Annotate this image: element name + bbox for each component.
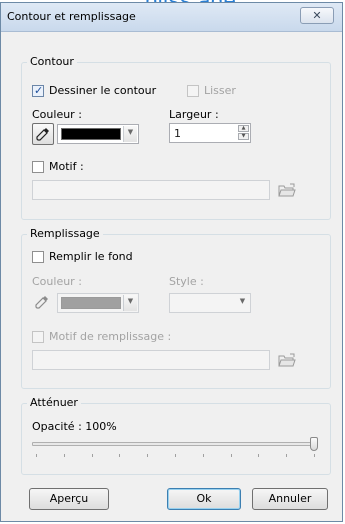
draw-contour-checkbox[interactable]: ✓: [32, 84, 44, 97]
draw-contour-label: Dessiner le contour: [49, 84, 157, 97]
slider-tick: [258, 454, 260, 457]
cancel-button[interactable]: Annuler: [252, 488, 328, 510]
spin-up-icon[interactable]: ▲: [238, 125, 249, 132]
contour-group: Contour ✓ Dessiner le contour Lisser Cou…: [21, 55, 331, 220]
eyedropper-icon: [36, 128, 49, 141]
fill-color-label: Couleur :: [32, 275, 82, 288]
contour-color-swatch: [61, 128, 121, 140]
spin-down-icon[interactable]: ▼: [238, 133, 249, 140]
opacity-label: Opacité : 100%: [32, 420, 117, 433]
slider-tick: [286, 454, 288, 457]
opacity-slider-track[interactable]: [32, 442, 318, 446]
slider-tick: [119, 454, 121, 457]
slider-tick: [230, 454, 232, 457]
contour-color-combo[interactable]: ▼: [57, 124, 139, 144]
contour-folder-open-icon[interactable]: [278, 182, 296, 198]
attenuate-group: Atténuer Opacité : 100%: [21, 396, 331, 475]
attenuate-legend: Atténuer: [27, 396, 81, 409]
title-bar: Contour et remplissage ✕: [1, 3, 342, 32]
slider-tick: [63, 454, 65, 457]
fill-background-label: Remplir le fond: [49, 250, 133, 263]
preview-button[interactable]: Aperçu: [29, 488, 109, 510]
fill-style-label: Style :: [169, 275, 204, 288]
slider-tick: [175, 454, 176, 457]
slider-tick: [202, 454, 204, 457]
fill-pattern-field[interactable]: [32, 350, 270, 370]
contour-width-value: 1: [174, 127, 181, 140]
contour-eyedropper-button[interactable]: [32, 123, 54, 145]
slider-tick: [147, 454, 149, 457]
slider-tick: [36, 454, 37, 457]
fill-style-combo[interactable]: ▼: [169, 293, 251, 313]
chevron-down-icon: ▼: [239, 297, 246, 305]
fill-pattern-label: Motif de remplissage :: [49, 330, 172, 343]
ok-button[interactable]: Ok: [167, 488, 241, 510]
fill-group: Remplissage Remplir le fond Couleur : ▼ …: [21, 227, 331, 389]
smooth-checkbox[interactable]: [187, 85, 199, 97]
chevron-down-icon: ▼: [123, 126, 137, 142]
fill-legend: Remplissage: [27, 227, 103, 240]
dialog-window: Contour et remplissage ✕ Contour ✓ Dessi…: [0, 2, 343, 522]
dialog-content: Contour ✓ Dessiner le contour Lisser Cou…: [9, 33, 334, 515]
contour-width-label: Largeur :: [169, 108, 219, 121]
close-icon: ✕: [312, 9, 322, 22]
check-icon: ✓: [34, 84, 44, 97]
smooth-label: Lisser: [204, 84, 236, 97]
window-title: Contour et remplissage: [7, 10, 136, 23]
contour-pattern-field[interactable]: [32, 180, 270, 200]
fill-eyedropper-icon[interactable]: [32, 292, 52, 312]
slider-tick: [314, 454, 315, 457]
fill-background-checkbox[interactable]: [32, 251, 44, 263]
fill-folder-open-icon[interactable]: [278, 352, 296, 368]
opacity-slider-thumb[interactable]: [310, 437, 318, 451]
contour-legend: Contour: [27, 55, 77, 68]
contour-pattern-checkbox[interactable]: [32, 161, 44, 173]
chevron-down-icon: ▼: [123, 295, 137, 311]
fill-color-combo[interactable]: ▼: [57, 293, 139, 313]
slider-tick: [91, 454, 93, 457]
fill-pattern-checkbox[interactable]: [32, 331, 44, 343]
contour-color-label: Couleur :: [32, 108, 82, 121]
contour-pattern-label: Motif :: [49, 160, 84, 173]
close-button[interactable]: ✕: [300, 7, 334, 24]
contour-width-spinner[interactable]: 1 ▲ ▼: [169, 123, 251, 143]
fill-color-swatch: [61, 297, 121, 309]
